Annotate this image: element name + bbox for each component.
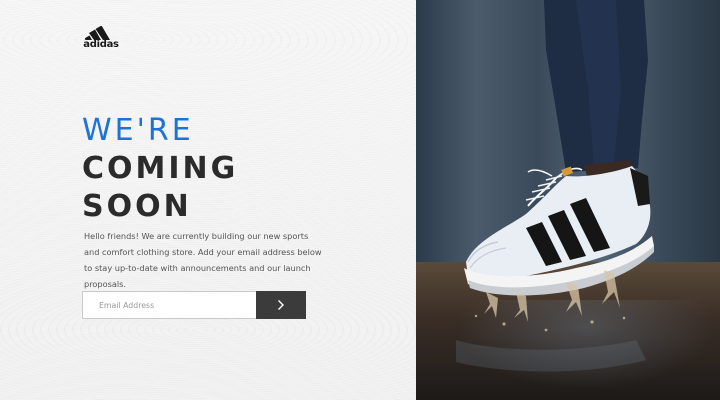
headline-line-1: WE'RE bbox=[82, 113, 194, 148]
email-input[interactable] bbox=[82, 291, 256, 319]
signup-form bbox=[82, 291, 306, 319]
chevron-right-icon bbox=[278, 300, 284, 310]
brand-logo[interactable]: adidas bbox=[82, 26, 120, 50]
headline-line-3: SOON bbox=[82, 189, 192, 224]
hero-photo bbox=[416, 0, 720, 400]
brand-wordmark: adidas bbox=[83, 39, 119, 50]
page-headline: WE'RE COMING SOON bbox=[82, 112, 238, 226]
intro-paragraph: Hello friends! We are currently building… bbox=[84, 231, 322, 289]
sneaker-splash-photo bbox=[456, 0, 654, 372]
submit-button[interactable] bbox=[256, 291, 306, 319]
adidas-three-stripes-icon bbox=[85, 26, 110, 40]
headline-line-2: COMING bbox=[82, 151, 239, 186]
left-panel: adidas WE'RE COMING SOON Hello friends! … bbox=[0, 0, 416, 400]
